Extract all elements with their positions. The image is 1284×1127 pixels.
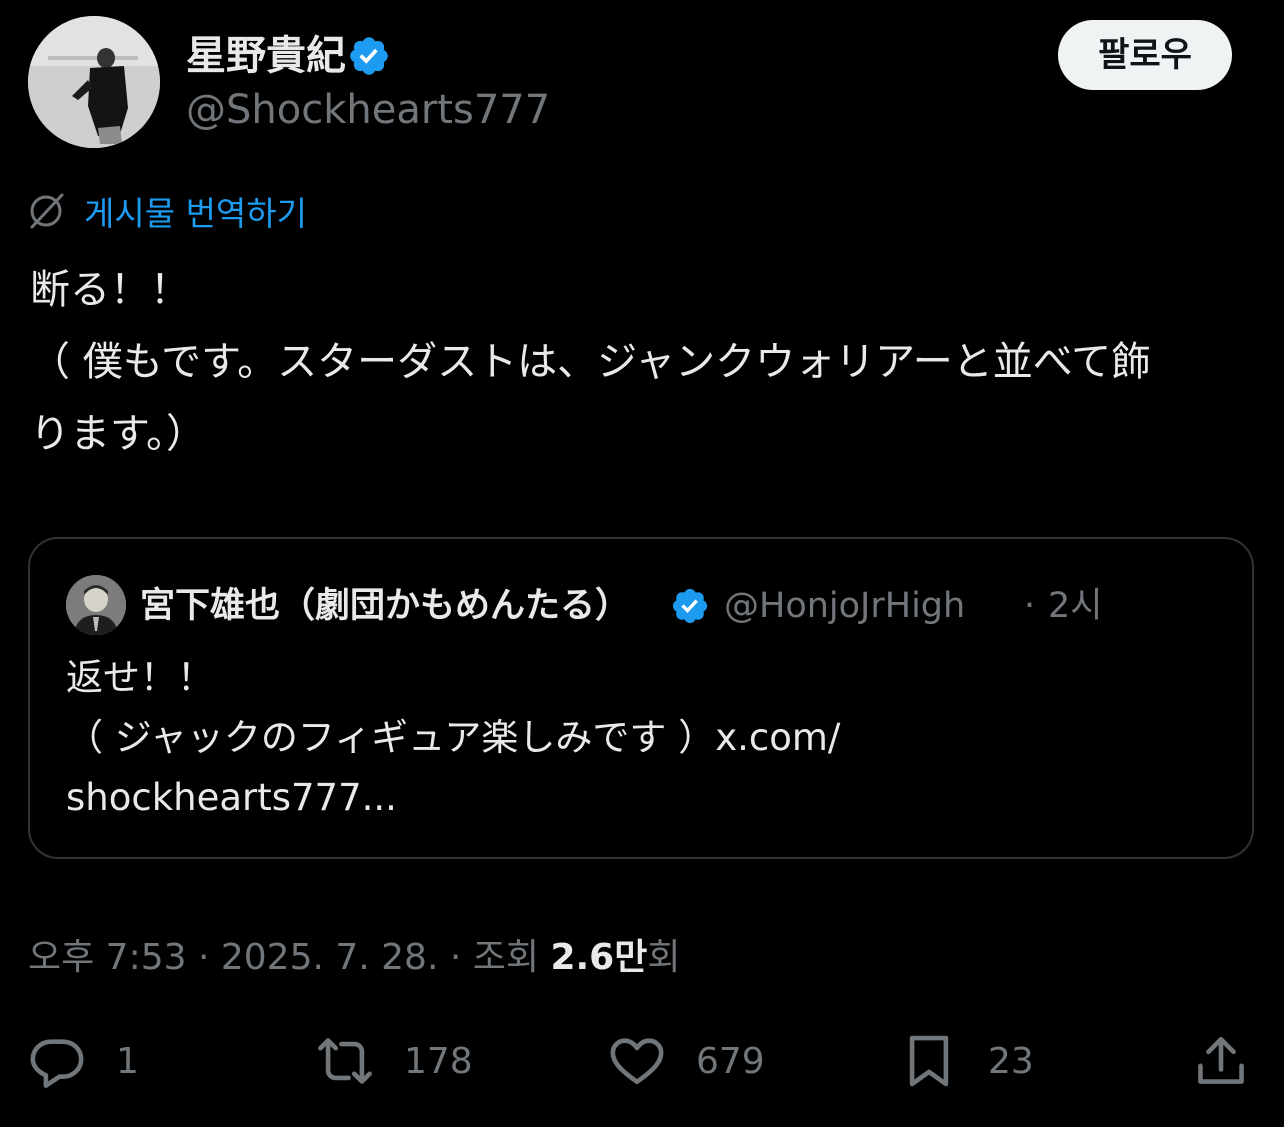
quoted-author-name[interactable]: 宮下雄也（劇団かもめんたる） xyxy=(140,582,630,630)
repost-count: 178 xyxy=(404,1040,473,1082)
bookmark-icon xyxy=(909,1035,949,1087)
heart-icon xyxy=(610,1038,664,1085)
tweet-text-line: （ 僕もです。スターダストは、ジャンクウォリアーと並べて飾 xyxy=(30,339,1152,385)
reply-count: 1 xyxy=(116,1040,139,1082)
share-button[interactable] xyxy=(1192,1030,1250,1092)
verified-badge-icon xyxy=(670,586,710,626)
like-count: 679 xyxy=(696,1040,765,1082)
quoted-text-line: shockhearts777... xyxy=(66,776,397,819)
like-button[interactable]: 679 xyxy=(608,1030,765,1092)
post-timestamp[interactable]: 오후 7:53 · 2025. 7. 28. · 조회 xyxy=(28,937,539,978)
quoted-text-line: （ ジャックのフィギュア楽しみです ）x.com/ xyxy=(66,716,841,759)
follow-button[interactable]: 팔로우 xyxy=(1058,20,1232,90)
separator-dot: · xyxy=(1024,586,1036,626)
globe-slash-icon xyxy=(30,193,64,229)
tweet-text: 断る！！ （ 僕もです。スターダストは、ジャンクウォリアーと並べて飾 ります。） xyxy=(30,254,1260,470)
bookmark-button[interactable]: 23 xyxy=(900,1030,1034,1092)
author-handle[interactable]: @Shockhearts777 xyxy=(186,84,550,136)
repost-button[interactable]: 178 xyxy=(316,1030,473,1092)
quoted-author-handle[interactable]: @HonjoJrHigh xyxy=(724,582,965,630)
share-icon xyxy=(1198,1036,1244,1084)
quoted-post-text: 返せ！！ （ ジャックのフィギュア楽しみです ）x.com/ shockhear… xyxy=(66,648,1216,828)
repost-icon xyxy=(318,1038,372,1084)
translate-post-link[interactable]: 게시물 번역하기 xyxy=(26,186,307,236)
tweet-text-line: 断る！！ xyxy=(30,267,190,313)
bookmark-count: 23 xyxy=(988,1040,1034,1082)
verified-badge-icon xyxy=(347,34,391,78)
translate-label: 게시물 번역하기 xyxy=(84,194,308,233)
author-avatar[interactable] xyxy=(28,16,160,148)
reply-icon xyxy=(30,1039,84,1088)
post-meta: 오후 7:53 · 2025. 7. 28. · 조회 2.6만회 xyxy=(28,932,680,984)
author-name[interactable]: 星野貴紀 xyxy=(186,28,346,84)
quoted-text-line: 返せ！！ xyxy=(66,656,214,699)
view-count: 2.6만 xyxy=(550,937,648,978)
reply-button[interactable]: 1 xyxy=(28,1030,139,1092)
quoted-post-time[interactable]: 2시 xyxy=(1048,582,1102,630)
quoted-author-avatar[interactable] xyxy=(66,575,126,635)
view-count-suffix: 회 xyxy=(647,937,681,978)
tweet-text-line: ります。） xyxy=(30,411,206,457)
